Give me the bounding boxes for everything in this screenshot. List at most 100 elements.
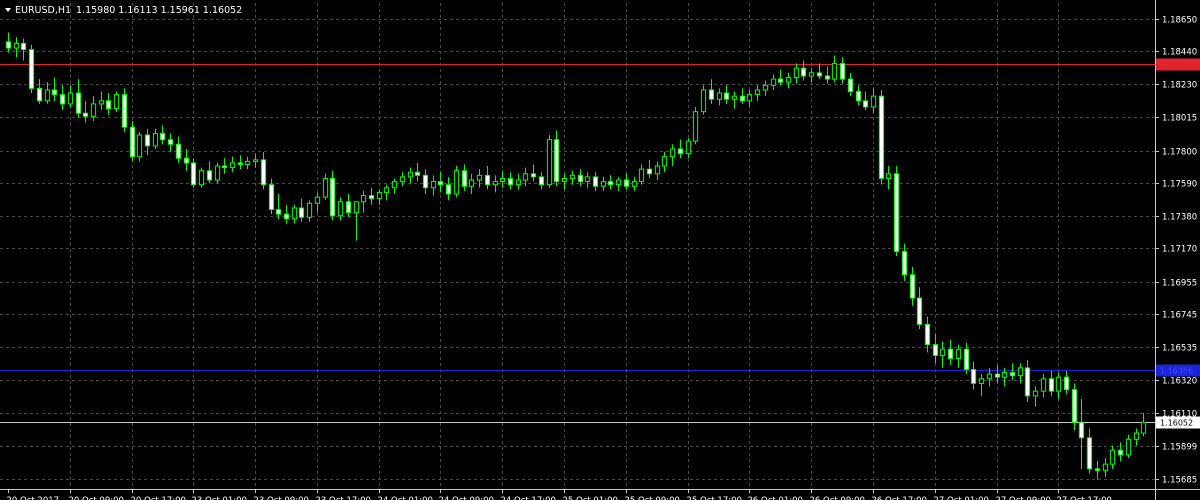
candle-body-bull <box>244 160 251 165</box>
candle[interactable] <box>121 88 128 132</box>
candle-body-bull <box>1017 367 1024 377</box>
candle-body-bear <box>206 170 213 181</box>
candle-body-bear <box>28 49 35 89</box>
candle-body-bear <box>183 157 190 164</box>
candle-body-bear <box>329 177 336 217</box>
candle-body-bull <box>198 170 205 186</box>
candle[interactable] <box>878 89 885 185</box>
price-level-tag-label: 1.16386 <box>1160 367 1193 376</box>
price-tick-label: 1.16955 <box>1162 279 1197 289</box>
price-tick-label: 1.18650 <box>1162 16 1197 26</box>
candle-body-bull <box>98 100 105 105</box>
candle-body-bear <box>260 159 267 186</box>
candle-body-bull <box>754 89 761 96</box>
time-tick-label: 27 Oct 01:00 <box>934 496 989 500</box>
candle-body-bull <box>546 139 553 186</box>
candle[interactable] <box>700 85 707 115</box>
candle-body-bear <box>677 148 684 155</box>
time-tick-label: 25 Oct 01:00 <box>563 496 618 500</box>
candle-body-bull <box>383 187 390 193</box>
candle-body-bear <box>36 87 43 102</box>
candle[interactable] <box>546 134 553 188</box>
candle-body-bull <box>353 201 360 214</box>
candle-body-bear <box>901 250 908 276</box>
candle-body-bull <box>44 89 51 102</box>
candle-body-bull <box>770 78 777 86</box>
chart-background <box>0 0 1200 500</box>
candle-body-bull <box>669 148 676 158</box>
candle[interactable] <box>198 167 205 188</box>
candle-body-bull <box>700 89 707 113</box>
candle-body-bull <box>407 171 414 178</box>
candle-body-bull <box>229 162 236 169</box>
candle-body-bear <box>121 94 128 128</box>
candle[interactable] <box>214 162 221 184</box>
candle-body-bear <box>538 176 545 186</box>
price-tick-label: 1.16745 <box>1162 311 1197 321</box>
candle-body-bull <box>746 94 753 102</box>
candle-body-bear <box>51 89 58 96</box>
candle[interactable] <box>692 107 699 145</box>
candle-body-bear <box>708 89 715 100</box>
candle-body-bear <box>129 126 136 158</box>
candle-body-bear <box>592 176 599 187</box>
candle-body-bear <box>893 173 900 252</box>
candle[interactable] <box>136 131 143 162</box>
candle-body-bear <box>855 91 862 102</box>
candle-body-bull <box>214 165 221 181</box>
chart-title: EURUSD,H1 <box>15 5 71 16</box>
candle[interactable] <box>129 121 136 162</box>
candle-body-bear <box>847 78 854 93</box>
candle[interactable] <box>113 91 120 112</box>
candle-body-bear <box>437 181 444 186</box>
candle-body-bear <box>1063 376 1070 391</box>
candle-body-bull <box>731 95 738 100</box>
candle[interactable] <box>453 166 460 198</box>
candle-body-bear <box>190 162 197 186</box>
candle[interactable] <box>190 158 197 188</box>
candle-body-bear <box>507 177 514 186</box>
price-tick-label: 1.18015 <box>1162 114 1197 124</box>
price-tick-label: 1.18230 <box>1162 81 1197 91</box>
price-tick-label: 1.15899 <box>1162 443 1197 453</box>
candle-body-bull <box>322 177 329 198</box>
candle-body-bull <box>337 201 344 217</box>
time-tick-label: 24 Oct 17:00 <box>501 496 556 500</box>
candle[interactable] <box>329 170 336 221</box>
candle-body-bull <box>252 159 259 162</box>
price-level-tag-label: 1.18356 <box>1160 61 1193 70</box>
candle-body-bear <box>800 67 807 77</box>
candle-body-bear <box>839 63 846 80</box>
time-tick-label: 24 Oct 09:00 <box>439 496 494 500</box>
candle-body-bear <box>963 348 970 370</box>
candle-body-bull <box>453 170 460 195</box>
time-tick-label: 26 Oct 01:00 <box>748 496 803 500</box>
candle-body-bear <box>1086 437 1093 470</box>
candle-body-bear <box>159 132 166 141</box>
candle-body-bear <box>237 162 244 165</box>
price-tick-label: 1.17800 <box>1162 148 1197 158</box>
candlestick-chart[interactable]: 1.18650 1.18440 1.18230 1.18015 1.17800 1.175… <box>0 0 1200 500</box>
candle-body-bear <box>878 95 885 179</box>
candle-body-bull <box>1140 421 1147 434</box>
candle-body-bull <box>1133 432 1140 440</box>
price-tick-label: 1.17380 <box>1162 213 1197 223</box>
price-tick-label: 1.17170 <box>1162 245 1197 255</box>
candle-body-bull <box>1109 449 1116 465</box>
candle-body-bull <box>67 92 74 105</box>
candle-body-bear <box>1048 378 1055 392</box>
candle-body-bear <box>1024 367 1031 397</box>
candle-body-bull <box>136 134 143 158</box>
chart-header: EURUSD,H1 1.15980 1.16113 1.15961 1.1605… <box>5 5 242 16</box>
candle-body-bear <box>1009 372 1016 377</box>
candle-body-bull <box>615 179 622 186</box>
candle-body-bull <box>600 181 607 187</box>
candle-body-bear <box>59 94 66 105</box>
candle-body-bear <box>1071 389 1078 423</box>
candle-body-bull <box>1040 378 1047 392</box>
candle-body-bear <box>221 165 228 169</box>
candle[interactable] <box>893 166 900 257</box>
time-tick-label: 20 Oct 17:00 <box>131 496 186 500</box>
candle[interactable] <box>28 44 35 94</box>
candle-body-bear <box>175 143 182 159</box>
